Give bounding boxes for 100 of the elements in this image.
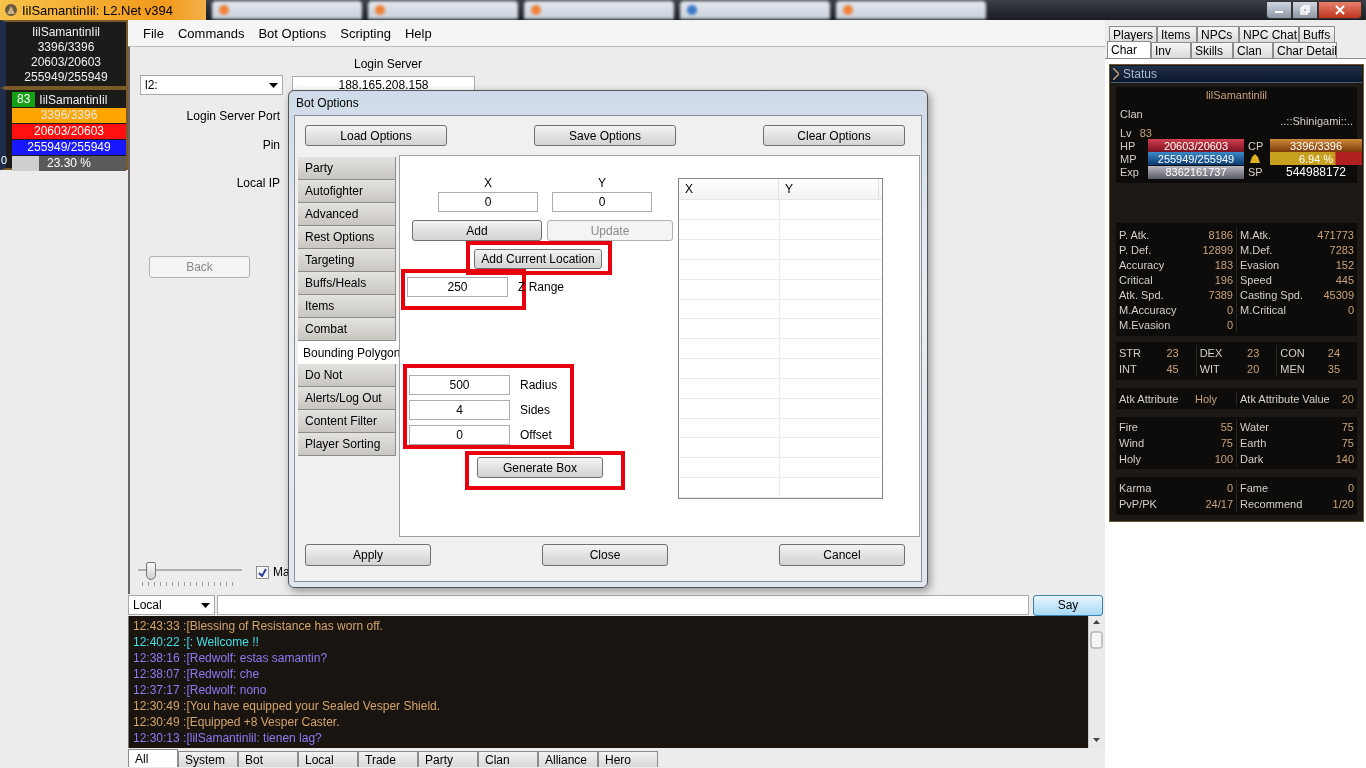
panel-tab[interactable]: Char Detail — [1273, 42, 1337, 58]
chat-tab[interactable]: Trade — [358, 751, 418, 767]
chat-tab[interactable]: System — [178, 751, 238, 767]
options-button[interactable]: Save Options — [534, 125, 676, 146]
browser-tab[interactable] — [836, 1, 986, 19]
side-tab[interactable]: Buffs/Heals — [298, 272, 396, 295]
side-tab[interactable]: Player Sorting — [298, 433, 396, 456]
caret-icon — [201, 602, 210, 608]
side-tab[interactable]: Combat — [298, 318, 396, 341]
panel-tab[interactable]: NPC Chat — [1239, 26, 1299, 42]
panel-tab[interactable]: Inv — [1151, 42, 1191, 58]
menu-item[interactable]: Bot Options — [251, 25, 334, 41]
menu-item[interactable]: Commands — [170, 25, 252, 41]
stat-value: 12899 — [1202, 243, 1233, 256]
list-row[interactable] — [679, 240, 882, 260]
zoom-slider[interactable] — [138, 562, 242, 586]
side-tab[interactable]: Advanced — [298, 203, 396, 226]
side-tab[interactable]: Content Filter — [298, 410, 396, 433]
server-combo[interactable]: l2: — [140, 75, 283, 95]
chat-tab[interactable]: Bot — [238, 751, 298, 767]
list-row[interactable] — [679, 478, 882, 498]
dialog-button[interactable]: Cancel — [779, 544, 905, 566]
menu-item[interactable]: Scripting — [333, 25, 398, 41]
number-field[interactable]: 4 — [409, 400, 510, 420]
side-tab[interactable]: Targeting — [298, 249, 396, 272]
restore-button[interactable] — [1292, 1, 1318, 19]
browser-tab[interactable] — [680, 1, 830, 19]
column-header[interactable]: Y — [779, 179, 879, 200]
panel-tab[interactable]: Buffs — [1299, 26, 1335, 42]
list-row[interactable] — [679, 339, 882, 360]
side-tab[interactable]: Bounding Polygon — [298, 341, 399, 364]
panel-tab[interactable]: Clan — [1233, 42, 1273, 58]
field-label: Login Server — [354, 57, 423, 71]
stat-label: Fire — [1119, 421, 1138, 433]
add-location-button[interactable]: Add Current Location — [474, 249, 602, 269]
list-row[interactable] — [679, 200, 882, 221]
menu-item[interactable]: File — [136, 25, 171, 41]
chat-tab[interactable]: Local — [298, 751, 358, 767]
list-row[interactable] — [679, 359, 882, 379]
chat-tab[interactable]: Alliance — [538, 751, 598, 767]
z-range-field[interactable]: 250 — [407, 277, 508, 297]
number-field[interactable]: 500 — [409, 375, 510, 395]
side-tab[interactable]: Do Not — [298, 364, 396, 387]
y-field[interactable]: 0 — [552, 192, 652, 212]
browser-tab[interactable] — [212, 1, 362, 19]
cp-bar: 3396/3396 — [1270, 139, 1362, 152]
list-row[interactable] — [679, 319, 882, 340]
stat-value: 1/20 — [1332, 498, 1354, 510]
panel-tab[interactable]: Items — [1157, 26, 1197, 42]
say-button[interactable]: Say — [1033, 594, 1103, 616]
close-button[interactable] — [1318, 1, 1362, 19]
stat-value: 0 — [1347, 482, 1354, 494]
scrollbar[interactable] — [1088, 616, 1105, 748]
list-row[interactable] — [679, 259, 882, 280]
panel-tab[interactable]: Char — [1107, 41, 1151, 58]
panel-tab[interactable]: Players — [1109, 26, 1157, 42]
dialog-button[interactable]: Apply — [305, 544, 431, 566]
list-row[interactable] — [679, 279, 882, 300]
x-field[interactable]: 0 — [438, 192, 538, 212]
chat-tab[interactable]: Hero — [598, 751, 658, 767]
stat-label: WIT — [1199, 363, 1220, 375]
stat-value: 0 — [1226, 482, 1233, 494]
chat-tab[interactable]: All — [128, 749, 178, 767]
points-list[interactable]: X Y — [678, 178, 883, 499]
side-tab[interactable]: Party — [298, 157, 396, 180]
number-field[interactable]: 0 — [409, 425, 510, 445]
channel-combo[interactable]: Local — [128, 595, 215, 615]
player-name: IilSamantinIil — [39, 92, 108, 107]
list-row[interactable] — [679, 418, 882, 439]
browser-tab[interactable] — [524, 1, 674, 19]
list-row[interactable] — [679, 378, 882, 399]
list-row[interactable] — [679, 398, 882, 419]
index-text: 0 — [1, 154, 8, 166]
panel-tab[interactable]: Skills — [1191, 42, 1233, 58]
chat-tab[interactable]: Clan — [478, 751, 538, 767]
add-button[interactable]: Add — [412, 220, 542, 241]
list-row[interactable] — [679, 438, 882, 459]
dialog-button[interactable]: Close — [542, 544, 668, 566]
stat-label: MEN — [1280, 363, 1305, 375]
side-tab[interactable]: Items — [298, 295, 396, 318]
minimize-button[interactable] — [1266, 1, 1292, 19]
stat-label: M.Critical — [1240, 303, 1286, 316]
panel-tab[interactable]: NPCs — [1197, 26, 1239, 42]
list-row[interactable] — [679, 299, 882, 320]
side-tab[interactable]: Autofighter — [298, 180, 396, 203]
window-title: IilSamantinIil: L2.Net v394 — [22, 2, 174, 18]
list-row[interactable] — [679, 220, 882, 240]
stat-label: MP — [1120, 152, 1138, 165]
browser-tab[interactable] — [368, 1, 518, 19]
side-tab[interactable]: Rest Options — [298, 226, 396, 249]
menu-item[interactable]: Help — [397, 25, 439, 41]
generate-box-button[interactable]: Generate Box — [477, 457, 603, 478]
checkbox[interactable] — [256, 565, 269, 579]
chat-tab[interactable]: Party — [418, 751, 478, 767]
options-button[interactable]: Clear Options — [763, 125, 905, 146]
options-button[interactable]: Load Options — [305, 125, 447, 146]
column-header[interactable]: X — [679, 179, 779, 200]
side-tab[interactable]: Alerts/Log Out — [298, 387, 396, 410]
list-row[interactable] — [679, 458, 882, 479]
dialog-title: Bot Options — [295, 95, 360, 112]
